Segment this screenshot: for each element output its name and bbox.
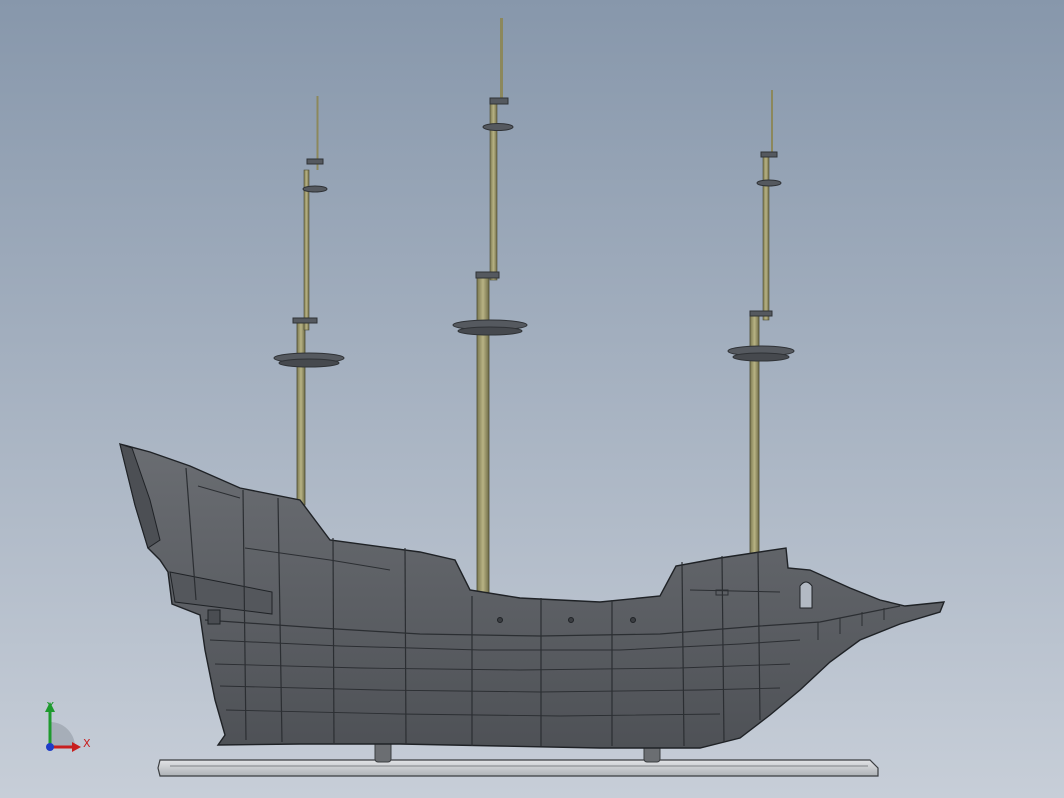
coordinate-triad: Y X [45,700,91,752]
triad-y-label: Y [46,700,54,713]
ship-hull[interactable] [119,443,946,749]
z-axis-dot [46,743,54,751]
graphics-viewport[interactable]: Y X [0,0,1064,798]
ship-model-view[interactable]: Y X [0,0,1064,798]
fore-mast[interactable] [273,96,345,506]
x-axis-arrowhead [72,742,81,752]
main-mast[interactable] [452,18,528,596]
triad-x-label: X [83,737,91,750]
mizzen-mast[interactable] [727,90,795,556]
